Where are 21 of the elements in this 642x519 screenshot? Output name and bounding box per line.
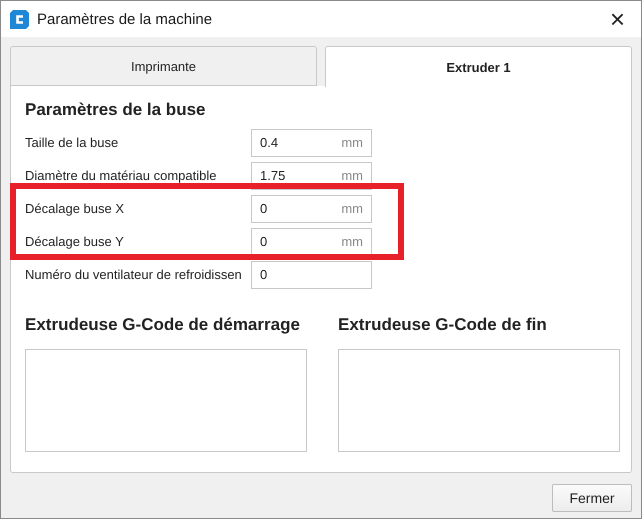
field-label: Numéro du ventilateur de refroidissen xyxy=(25,267,243,282)
field-label: Diamètre du matériau compatible xyxy=(25,168,218,183)
window-title: Paramètres de la machine xyxy=(37,10,214,28)
tab[interactable]: Imprimante xyxy=(10,46,317,86)
gcode-text-area[interactable] xyxy=(25,349,307,452)
close-button[interactable]: × xyxy=(604,6,631,32)
input-field[interactable]: 0 mm xyxy=(251,228,372,256)
close-dialog-button[interactable]: Fermer xyxy=(552,484,632,512)
section-heading: Extrudeuse G-Code de démarrage xyxy=(25,315,301,335)
section-heading: Paramètres de la buse xyxy=(25,100,206,120)
app-logo-icon xyxy=(10,10,29,28)
field-label: Décalage buse X xyxy=(25,201,126,216)
gcode-text-area[interactable] xyxy=(338,349,620,452)
field-label: Taille de la buse xyxy=(25,135,120,150)
tab[interactable]: Extruder 1 xyxy=(325,46,632,87)
section-heading: Extrudeuse G-Code de fin xyxy=(338,315,548,335)
input-field[interactable]: 0.4 mm xyxy=(251,128,372,156)
input-field[interactable]: 1.75 mm xyxy=(251,162,372,190)
input-field[interactable]: 0 mm xyxy=(251,194,372,222)
field-label: Décalage buse Y xyxy=(25,234,125,249)
input-field[interactable]: 0 xyxy=(251,260,372,288)
